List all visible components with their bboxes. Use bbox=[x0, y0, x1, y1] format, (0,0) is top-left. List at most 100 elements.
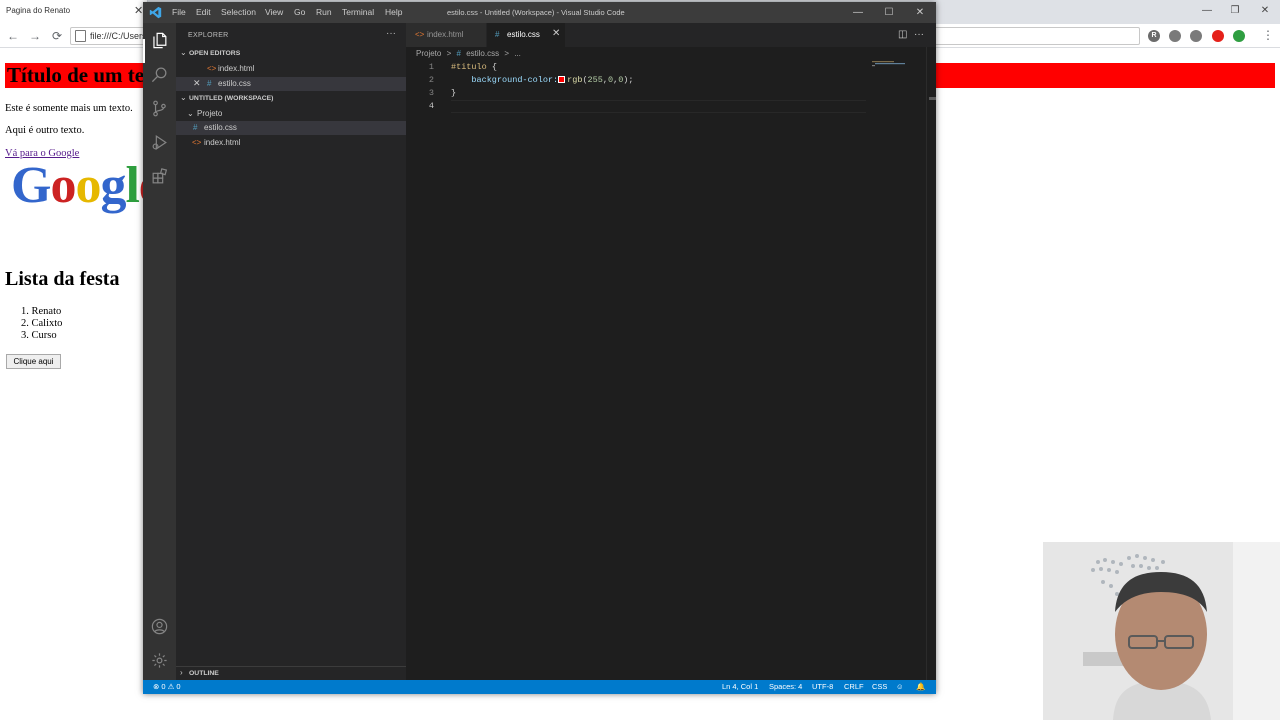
line-number: 4 bbox=[428, 101, 434, 111]
list-item-text: Renato bbox=[31, 306, 62, 317]
cursor-position[interactable]: Ln 4, Col 1 bbox=[722, 682, 758, 691]
minimap[interactable] bbox=[872, 61, 924, 67]
code-line: 4 bbox=[406, 100, 876, 113]
vscode-window-title: estilo.css - Untitled (Workspace) - Visu… bbox=[447, 8, 625, 17]
outline-label: OUTLINE bbox=[189, 670, 219, 677]
party-list-heading: Lista da festa bbox=[5, 268, 120, 290]
forward-button[interactable]: → bbox=[26, 28, 44, 44]
feedback-icon[interactable]: ☺ bbox=[896, 682, 904, 691]
menu-go[interactable]: Go bbox=[294, 7, 305, 17]
split-editor-icon[interactable]: ◫ bbox=[898, 29, 907, 40]
tab-label: index.html bbox=[427, 30, 464, 39]
browser-menu-icon[interactable]: ⋮ bbox=[1262, 28, 1274, 42]
html-file-icon: <> bbox=[207, 64, 217, 73]
back-button[interactable]: ← bbox=[4, 28, 22, 44]
clique-aqui-button[interactable]: Clique aqui bbox=[6, 354, 61, 369]
list-item-text: Calixto bbox=[31, 318, 63, 329]
editor-scrollbar[interactable] bbox=[926, 47, 936, 680]
color-swatch-icon[interactable] bbox=[558, 76, 566, 83]
run-debug-icon[interactable] bbox=[150, 133, 169, 152]
r-extension-icon[interactable]: R bbox=[1148, 30, 1160, 42]
breadcrumb-separator-icon: > bbox=[446, 49, 452, 58]
account-icon[interactable] bbox=[150, 617, 169, 636]
menu-view[interactable]: View bbox=[265, 7, 283, 17]
puzzle-extension-icon[interactable] bbox=[1169, 30, 1181, 42]
menu-help[interactable]: Help bbox=[385, 7, 402, 17]
file-label: estilo.css bbox=[204, 123, 237, 132]
css-file-icon: # bbox=[207, 79, 212, 88]
breadcrumb-folder[interactable]: Projeto bbox=[416, 49, 441, 58]
code-editor[interactable]: 1 #titulo { 2 background-color: rgb(255,0… bbox=[406, 61, 876, 121]
file-index-html[interactable]: <> index.html bbox=[176, 136, 406, 150]
file-label: index.html bbox=[204, 138, 241, 147]
browser-restore-button[interactable]: ❐ bbox=[1220, 3, 1250, 19]
encoding-setting[interactable]: UTF-8 bbox=[812, 682, 833, 691]
vscode-minimize-button[interactable]: — bbox=[843, 5, 873, 20]
menu-selection[interactable]: Selection bbox=[221, 7, 256, 17]
presenter-webcam-image bbox=[1043, 542, 1280, 720]
chevron-down-icon: ⌄ bbox=[187, 109, 194, 118]
open-editor-label: index.html bbox=[218, 64, 255, 73]
tab-close-icon[interactable]: ✕ bbox=[552, 28, 560, 39]
paragraph: Este é somente mais um texto. bbox=[5, 103, 133, 114]
explorer-more-icon[interactable]: ··· bbox=[386, 28, 396, 39]
browser-minimize-button[interactable]: — bbox=[1192, 3, 1222, 19]
open-editors-section[interactable]: ⌄ OPEN EDITORS bbox=[176, 47, 406, 61]
menu-terminal[interactable]: Terminal bbox=[342, 7, 374, 17]
css-file-icon: # bbox=[495, 30, 500, 39]
workspace-section[interactable]: ⌄ UNTITLED (WORKSPACE) bbox=[176, 92, 406, 106]
browser-tab-close-icon[interactable]: ✕ bbox=[134, 4, 143, 18]
problems-indicator[interactable]: ⊗ 0 ⚠ 0 bbox=[153, 682, 181, 691]
menu-file[interactable]: File bbox=[172, 7, 186, 17]
html-file-icon: <> bbox=[415, 30, 425, 39]
browser-tab[interactable]: Pagina do Renato ✕ bbox=[0, 0, 148, 24]
list-item-text: Curso bbox=[31, 330, 57, 341]
reload-button[interactable]: ⟳ bbox=[48, 28, 66, 44]
scrollbar-thumb[interactable] bbox=[929, 97, 936, 100]
status-bar: ⊗ 0 ⚠ 0 Ln 4, Col 1 Spaces: 4 UTF-8 CRLF… bbox=[143, 680, 936, 694]
close-editor-icon[interactable]: ✕ bbox=[193, 78, 201, 89]
paragraph: Aqui é outro texto. bbox=[5, 125, 85, 136]
folder-projeto[interactable]: ⌄ Projeto bbox=[176, 107, 406, 121]
line-number: 1 bbox=[428, 62, 434, 72]
breadcrumb-file[interactable]: estilo.css bbox=[466, 49, 499, 58]
opera-extension-icon[interactable] bbox=[1212, 30, 1224, 42]
logo-letter: G bbox=[11, 157, 51, 214]
notifications-bell-icon[interactable]: 🔔 bbox=[916, 682, 925, 691]
logo-letter: l bbox=[125, 157, 139, 214]
grid-extension-icon[interactable] bbox=[1190, 30, 1202, 42]
vscode-close-button[interactable]: ✕ bbox=[905, 5, 935, 20]
settings-gear-icon[interactable] bbox=[150, 651, 169, 670]
workspace-label: UNTITLED (WORKSPACE) bbox=[189, 95, 274, 102]
html-file-icon: <> bbox=[192, 138, 202, 147]
explorer-icon[interactable] bbox=[150, 31, 169, 50]
indentation-setting[interactable]: Spaces: 4 bbox=[769, 682, 802, 691]
css-function: rgb bbox=[567, 75, 583, 85]
language-mode[interactable]: CSS bbox=[872, 682, 887, 691]
tab-index-html[interactable]: <> index.html bbox=[406, 23, 486, 47]
explorer-sidebar: EXPLORER ··· ⌄ OPEN EDITORS <> index.htm… bbox=[176, 23, 406, 680]
line-number: 3 bbox=[428, 88, 434, 98]
tab-estilo-css[interactable]: # estilo.css ✕ bbox=[487, 23, 565, 47]
open-editor-estilo-css[interactable]: ✕ # estilo.css bbox=[176, 77, 406, 91]
breadcrumb-separator-icon: > bbox=[504, 49, 509, 58]
file-icon bbox=[75, 30, 86, 42]
open-editor-index-html[interactable]: <> index.html bbox=[176, 62, 406, 76]
editor-more-icon[interactable]: ··· bbox=[914, 29, 924, 40]
file-estilo-css[interactable]: # estilo.css bbox=[176, 121, 406, 135]
folder-label: Projeto bbox=[197, 109, 223, 118]
menu-run[interactable]: Run bbox=[316, 7, 332, 17]
vscode-maximize-button[interactable]: ☐ bbox=[874, 5, 904, 20]
search-icon[interactable] bbox=[150, 65, 169, 84]
extensions-icon[interactable] bbox=[150, 167, 169, 186]
menu-edit[interactable]: Edit bbox=[196, 7, 211, 17]
eol-setting[interactable]: CRLF bbox=[844, 682, 864, 691]
css-number: 255 bbox=[587, 75, 603, 85]
download-extension-icon[interactable] bbox=[1233, 30, 1245, 42]
outline-section[interactable]: › OUTLINE bbox=[176, 666, 406, 680]
breadcrumb-symbol[interactable]: ... bbox=[514, 49, 521, 58]
source-control-icon[interactable] bbox=[150, 99, 169, 118]
code-brace: { bbox=[486, 62, 497, 72]
browser-close-button[interactable]: ✕ bbox=[1250, 3, 1280, 19]
